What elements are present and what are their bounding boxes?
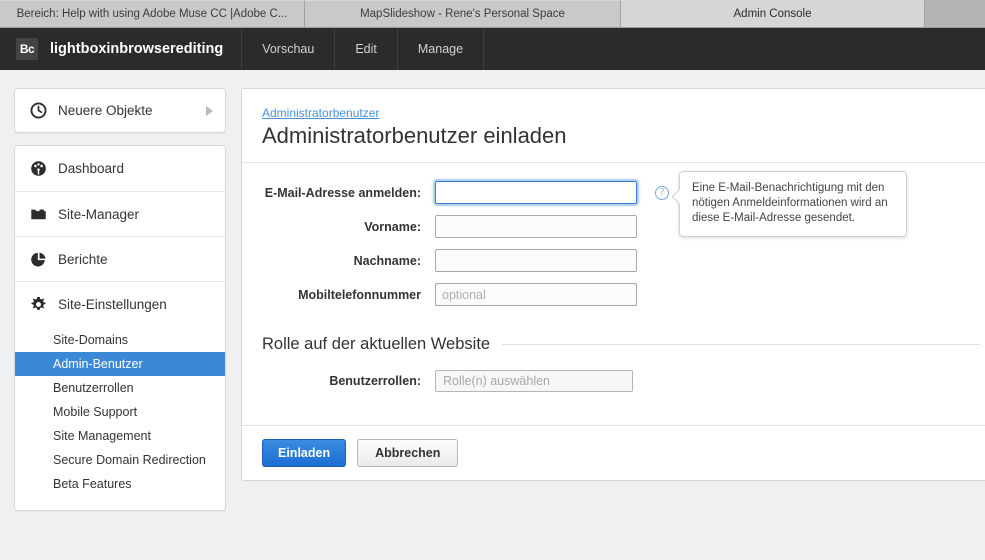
email-help: ? Eine E-Mail-Benachrichtigung mit den n…	[655, 170, 907, 237]
folder-icon	[29, 205, 47, 223]
form-row-email: E-Mail-Adresse anmelden: ? Eine E-Mail-B…	[262, 170, 980, 237]
sidebar-item-site-manager-label: Site-Manager	[58, 206, 140, 222]
form-row-benutzerrollen: Benutzerrollen: Rolle(n) auswählen	[262, 370, 980, 392]
sidebar-item-berichte-label: Berichte	[58, 251, 108, 267]
mobiltelefonnummer-input[interactable]	[435, 283, 637, 306]
brand-block[interactable]: Bc lightboxinbrowserediting	[0, 28, 243, 70]
sidebar-item-site-einstellungen[interactable]: Site-Einstellungen	[15, 281, 225, 326]
sidebar-subitem-site-management[interactable]: Site Management	[15, 424, 225, 448]
nachname-input[interactable]	[435, 249, 637, 272]
browser-tab-strip: Bereich: Help with using Adobe Muse CC |…	[0, 0, 985, 28]
form-row-mobiltelefonnummer: Mobiltelefonnummer	[262, 283, 980, 306]
sidebar-item-dashboard[interactable]: Dashboard	[15, 146, 225, 191]
nachname-field-label: Nachname:	[353, 253, 421, 268]
role-section-rule	[502, 344, 980, 345]
email-input[interactable]	[435, 181, 637, 204]
sidebar-item-site-manager[interactable]: Site-Manager	[15, 191, 225, 236]
form-footer: Einladen Abbrechen	[242, 425, 985, 480]
benutzerrollen-field-label: Benutzerrollen:	[329, 374, 421, 388]
sidebar-nav-card: Dashboard Site-Manager Berichte Site-Ein…	[14, 145, 226, 511]
app-header: Bc lightboxinbrowserediting Vorschau Edi…	[0, 28, 985, 70]
sidebar-subitem-beta-features[interactable]: Beta Features	[15, 472, 225, 496]
sidebar-subitem-mobile-support[interactable]: Mobile Support	[15, 400, 225, 424]
main-panel: Administratorbenutzer Administratorbenut…	[241, 88, 985, 481]
einladen-button[interactable]: Einladen	[262, 439, 347, 467]
panel-header: Administratorbenutzer Administratorbenut…	[242, 89, 985, 162]
question-mark-icon[interactable]: ?	[655, 185, 669, 200]
app-header-filler	[484, 28, 985, 70]
vorname-input[interactable]	[435, 215, 637, 238]
business-catalyst-logo: Bc	[16, 38, 38, 60]
sidebar-item-berichte[interactable]: Berichte	[15, 236, 225, 281]
mobiltelefonnummer-field-label: Mobiltelefonnummer	[298, 287, 421, 302]
role-section-body: Benutzerrollen: Rolle(n) auswählen	[242, 354, 985, 425]
site-name-label: lightboxinbrowserediting	[50, 41, 224, 57]
email-field-label: E-Mail-Adresse anmelden:	[264, 185, 421, 200]
abbrechen-button[interactable]: Abbrechen	[357, 439, 459, 467]
breadcrumb-administratorbenutzer[interactable]: Administratorbenutzer	[262, 106, 379, 120]
sidebar-item-site-einstellungen-label: Site-Einstellungen	[58, 296, 167, 312]
browser-tab-3-active[interactable]: Admin Console	[621, 0, 925, 27]
form-row-nachname: Nachname:	[262, 249, 980, 272]
sidebar-recent-objects-label: Neuere Objekte	[58, 103, 153, 118]
role-section-title: Rolle auf der aktuellen Website	[262, 335, 491, 353]
gear-icon	[29, 295, 47, 313]
browser-tab-1[interactable]: Bereich: Help with using Adobe Muse CC |…	[0, 0, 305, 27]
sidebar-subitem-benutzerrollen[interactable]: Benutzerrollen	[15, 376, 225, 400]
sidebar-subitem-admin-benutzer[interactable]: Admin-Benutzer	[15, 352, 225, 376]
sidebar-item-dashboard-label: Dashboard	[58, 161, 125, 176]
benutzerrollen-select[interactable]: Rolle(n) auswählen	[435, 370, 633, 392]
vorname-field-label: Vorname:	[364, 219, 421, 234]
dashboard-icon	[29, 160, 47, 178]
nav-item-edit[interactable]: Edit	[335, 28, 398, 70]
sidebar-recent-objects[interactable]: Neuere Objekte	[14, 88, 226, 133]
browser-tab-2[interactable]: MapSlideshow - Rene's Personal Space	[305, 0, 621, 27]
sidebar-subitem-site-domains[interactable]: Site-Domains	[15, 328, 225, 352]
pie-chart-icon	[29, 250, 47, 268]
invite-form: E-Mail-Adresse anmelden: ? Eine E-Mail-B…	[242, 163, 985, 323]
clock-icon	[29, 102, 47, 120]
nav-item-vorschau[interactable]: Vorschau	[242, 28, 336, 70]
browser-tab-strip-empty	[925, 0, 985, 27]
page-title: Administratorbenutzer einladen	[262, 123, 567, 148]
chevron-right-icon	[206, 105, 213, 116]
sidebar-subitems: Site-Domains Admin-Benutzer Benutzerroll…	[15, 328, 225, 510]
sidebar: Neuere Objekte Dashboard Site-Manager Be…	[14, 88, 226, 511]
role-section-header: Rolle auf der aktuellen Website	[242, 323, 985, 354]
sidebar-subitem-secure-domain-redirection[interactable]: Secure Domain Redirection	[15, 448, 225, 472]
nav-item-manage[interactable]: Manage	[398, 28, 485, 70]
email-help-tooltip: Eine E-Mail-Benachrichtigung mit den nöt…	[679, 170, 907, 237]
